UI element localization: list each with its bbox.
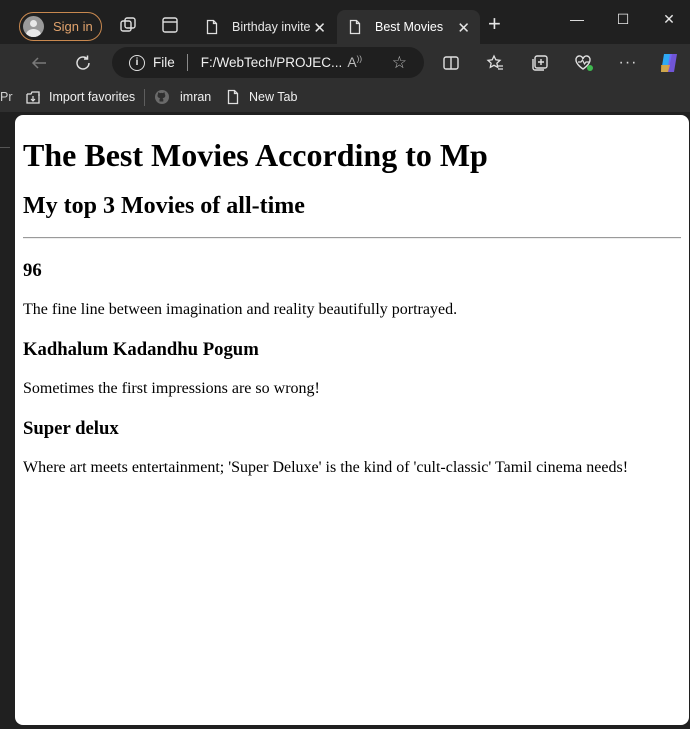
address-divider — [186, 54, 188, 71]
tab-actions-icon[interactable] — [161, 16, 179, 34]
favorites-icon[interactable] — [485, 53, 505, 73]
url-scheme: File — [153, 55, 175, 70]
workspaces-icon[interactable] — [119, 16, 137, 34]
web-page-viewport[interactable]: The Best Movies According to Mp My top 3… — [15, 115, 689, 725]
movie-description: Where art meets entertainment; 'Super De… — [23, 459, 629, 476]
clipped-side-text: Pr — [0, 90, 13, 104]
browser-essentials-icon[interactable] — [574, 53, 594, 73]
close-tab-icon[interactable]: ✕ — [313, 19, 326, 37]
info-icon[interactable]: i — [129, 54, 145, 71]
minimize-button[interactable]: — — [567, 10, 587, 28]
movie-title: Super delux — [23, 418, 119, 439]
tab-birthday-invite[interactable]: Birthday invite ✕ — [194, 10, 336, 44]
movie-description: Sometimes the first impressions are so w… — [23, 380, 320, 397]
tab-strip: Sign in Birthday invite ✕ Best Movies ✕ … — [0, 0, 690, 44]
movie-title: Kadhalum Kadandhu Pogum — [23, 339, 259, 360]
import-favorites-icon — [25, 89, 41, 105]
favorites-divider — [144, 89, 145, 106]
horizontal-rule — [23, 237, 681, 239]
favorites-bar: Pr Import favorites imran New Tab — [0, 82, 690, 112]
close-window-button[interactable]: ✕ — [659, 10, 679, 28]
favorite-import-favorites[interactable]: Import favorites — [25, 89, 135, 105]
sign-in-label: Sign in — [53, 19, 93, 34]
url-text[interactable]: F:/WebTech/PROJEC... — [201, 55, 343, 70]
page-heading: The Best Movies According to Mp — [23, 137, 488, 173]
tab-title: Best Movies — [375, 20, 444, 34]
collections-icon[interactable] — [530, 53, 550, 73]
new-tab-button[interactable]: + — [488, 13, 501, 35]
read-aloud-icon[interactable]: A)) — [347, 54, 362, 70]
document-icon — [206, 19, 218, 35]
refresh-icon[interactable] — [73, 53, 93, 73]
copilot-icon[interactable] — [657, 51, 681, 75]
github-icon — [154, 89, 170, 105]
side-strip — [0, 112, 14, 729]
split-screen-icon[interactable] — [441, 53, 461, 73]
tab-title: Birthday invite — [232, 20, 311, 34]
sign-in-button[interactable]: Sign in — [19, 12, 102, 41]
favorite-new-tab[interactable]: New Tab — [225, 89, 297, 105]
page-subheading: My top 3 Movies of all-time — [23, 193, 305, 219]
maximize-button[interactable]: ☐ — [613, 10, 633, 28]
document-icon — [349, 19, 361, 35]
favorite-star-icon[interactable]: ☆ — [392, 53, 407, 73]
address-bar[interactable]: i File F:/WebTech/PROJEC... A)) ☆ — [112, 47, 424, 78]
movie-title: 96 — [23, 260, 42, 281]
document-icon — [225, 89, 241, 105]
tab-best-movies[interactable]: Best Movies ✕ — [337, 10, 480, 44]
back-arrow-icon[interactable] — [29, 53, 49, 73]
side-strip-mark — [0, 147, 10, 148]
close-tab-icon[interactable]: ✕ — [457, 19, 470, 37]
favorite-label: imran — [180, 90, 212, 104]
favorite-label: New Tab — [249, 90, 298, 104]
favorite-imran[interactable]: imran — [154, 89, 211, 105]
more-options-icon[interactable]: ··· — [618, 53, 638, 73]
navigation-toolbar: i File F:/WebTech/PROJEC... A)) ☆ ··· — [0, 44, 690, 82]
movie-description: The fine line between imagination and re… — [23, 301, 458, 318]
profile-avatar-icon — [23, 16, 44, 37]
favorite-label: Import favorites — [49, 90, 136, 104]
